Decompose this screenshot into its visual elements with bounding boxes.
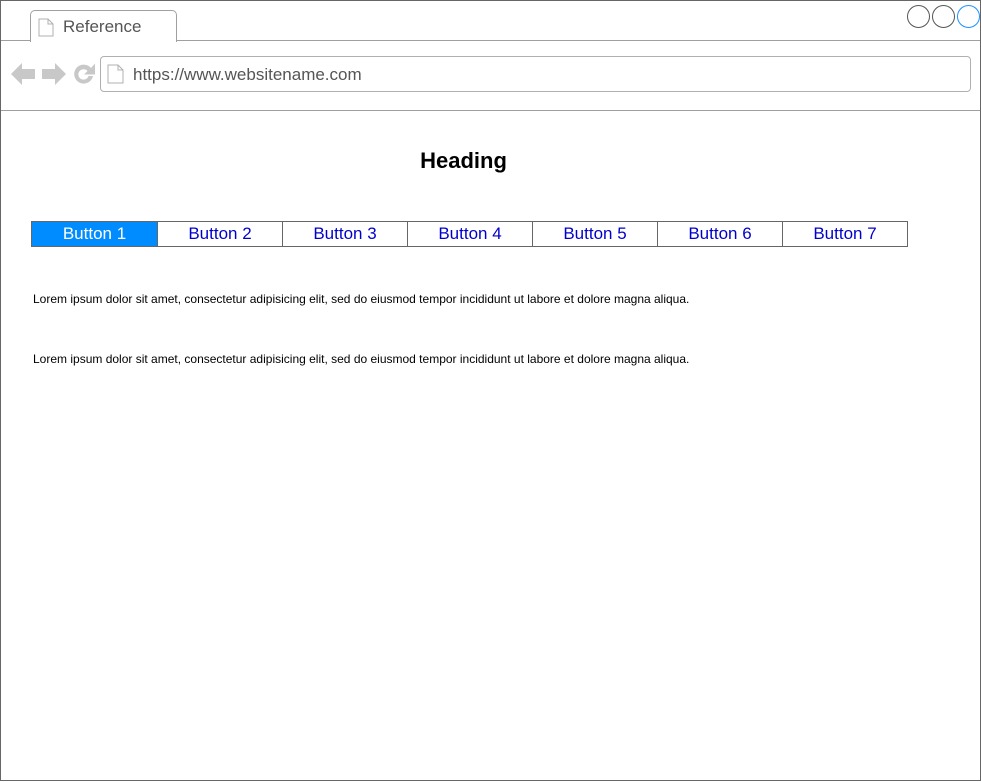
button-2[interactable]: Button 2 bbox=[157, 222, 282, 246]
button-4[interactable]: Button 4 bbox=[407, 222, 532, 246]
back-arrow-icon[interactable] bbox=[11, 62, 36, 86]
document-icon bbox=[38, 18, 54, 37]
forward-arrow-icon[interactable] bbox=[41, 62, 66, 86]
window-controls bbox=[907, 5, 980, 28]
button-5[interactable]: Button 5 bbox=[532, 222, 657, 246]
tab-strip: Reference bbox=[1, 1, 980, 42]
button-1[interactable]: Button 1 bbox=[32, 222, 157, 246]
button-7[interactable]: Button 7 bbox=[782, 222, 907, 246]
browser-tab[interactable]: Reference bbox=[30, 10, 177, 42]
paragraph-2: Lorem ipsum dolor sit amet, consectetur … bbox=[33, 352, 690, 366]
url-text[interactable]: https://www.websitename.com bbox=[133, 65, 362, 85]
minimize-button[interactable] bbox=[907, 5, 930, 28]
address-bar[interactable]: https://www.websitename.com bbox=[100, 56, 971, 92]
tab-title: Reference bbox=[63, 17, 142, 36]
close-button[interactable] bbox=[957, 5, 980, 28]
button-bar: Button 1 Button 2 Button 3 Button 4 Butt… bbox=[31, 221, 908, 247]
page-icon bbox=[107, 64, 124, 84]
button-3[interactable]: Button 3 bbox=[282, 222, 407, 246]
browser-window: Reference https://www.websitename.com He… bbox=[0, 0, 981, 781]
button-6[interactable]: Button 6 bbox=[657, 222, 782, 246]
reload-icon[interactable] bbox=[72, 62, 96, 86]
paragraph-1: Lorem ipsum dolor sit amet, consectetur … bbox=[33, 292, 690, 306]
browser-toolbar: https://www.websitename.com bbox=[1, 42, 980, 111]
page-heading: Heading bbox=[420, 148, 507, 173]
maximize-button[interactable] bbox=[932, 5, 955, 28]
